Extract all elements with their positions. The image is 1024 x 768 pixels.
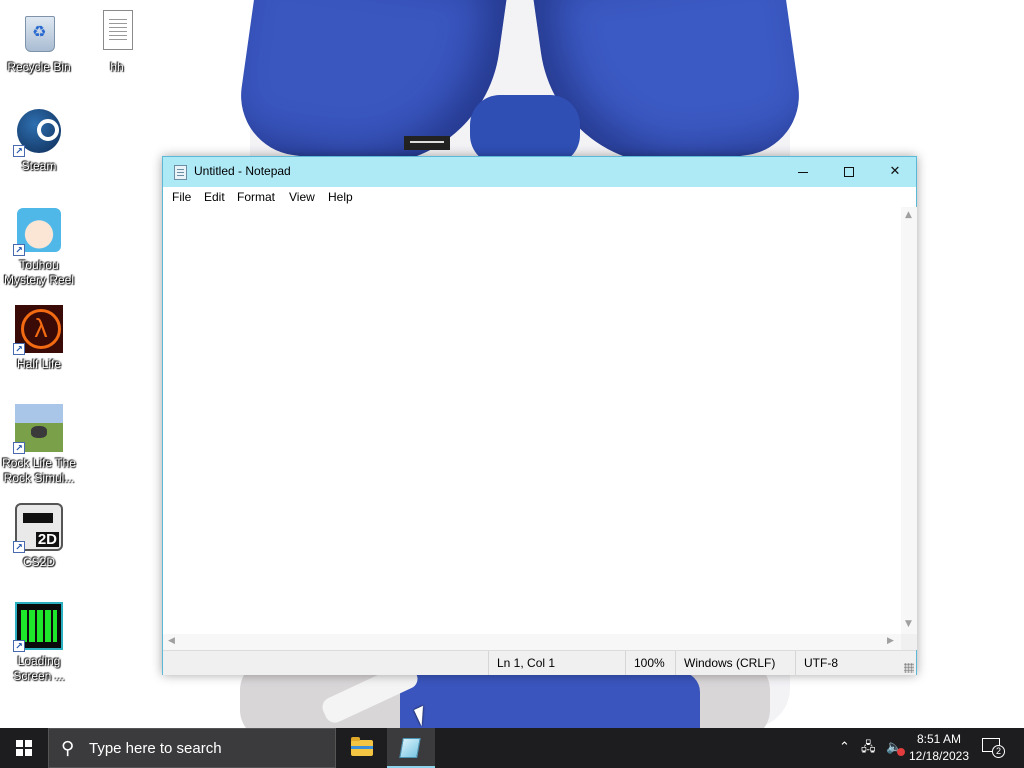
- shortcut-arrow-icon: ↗: [13, 541, 25, 553]
- text-file-icon: [93, 8, 141, 56]
- folder-icon: [351, 737, 373, 756]
- search-icon: ⚲: [61, 738, 75, 759]
- menu-bar: File Edit Format View Help: [163, 187, 916, 207]
- desktop-icon-label: Recycle Bin: [7, 60, 71, 74]
- menu-edit[interactable]: Edit: [204, 190, 225, 204]
- wallpaper-black-bar: [404, 136, 450, 150]
- desktop-icon-label: CS2D: [22, 555, 55, 569]
- maximize-icon: [844, 167, 854, 177]
- desktop-icon-half-life[interactable]: ↗ Half Life: [1, 305, 77, 372]
- desktop-icon-label: Steam: [21, 159, 57, 173]
- notepad-window[interactable]: Untitled - Notepad ✕ File Edit Format Vi…: [162, 156, 917, 675]
- scrollbar-corner: [901, 634, 917, 650]
- desktop-icon-label: Loading Screen ...: [13, 654, 65, 683]
- notepad-icon: [174, 165, 187, 180]
- desktop-icon-label: Rock Life The Rock Simul...: [2, 456, 76, 485]
- resize-grip-icon[interactable]: [904, 663, 914, 673]
- desktop-icon-loading-screen[interactable]: ↗ Loading Screen ...: [1, 602, 77, 684]
- window-title: Untitled - Notepad: [194, 164, 291, 178]
- clock-time: 8:51 AM: [916, 732, 962, 746]
- status-zoom: 100%: [625, 651, 675, 675]
- minimize-button[interactable]: [780, 157, 826, 187]
- half-life-icon: ↗: [13, 305, 63, 355]
- windows-logo-icon: [16, 740, 32, 756]
- close-button[interactable]: ✕: [872, 157, 918, 187]
- taskbar-notepad[interactable]: [387, 728, 435, 768]
- rock-life-icon: ↗: [13, 404, 63, 454]
- taskbar: ⚲ Type here to search ⌃ 🖧 🔈 8:51 AM 12/1…: [0, 728, 1024, 768]
- horizontal-scrollbar[interactable]: ◀ ▶: [163, 634, 901, 650]
- desktop-icon-touhou[interactable]: ↗ Touhou Mystery Reel: [1, 206, 77, 288]
- close-icon: ✕: [889, 164, 901, 179]
- action-center-button[interactable]: 2: [982, 736, 1005, 758]
- steam-icon: ↗: [13, 107, 63, 157]
- desktop-icon-steam[interactable]: ↗ Steam: [1, 107, 77, 174]
- status-encoding: UTF-8: [795, 651, 905, 675]
- shortcut-arrow-icon: ↗: [13, 244, 25, 256]
- desktop-icon-recycle-bin[interactable]: Recycle Bin: [1, 8, 77, 75]
- wallpaper-bow-knot: [470, 95, 580, 165]
- text-editor[interactable]: [163, 207, 901, 634]
- scroll-left-icon[interactable]: ◀: [168, 636, 175, 646]
- menu-file[interactable]: File: [172, 190, 191, 204]
- taskbar-file-explorer[interactable]: [338, 728, 386, 768]
- notification-count: 2: [992, 745, 1005, 758]
- shortcut-arrow-icon: ↗: [13, 640, 25, 652]
- menu-format[interactable]: Format: [237, 190, 275, 204]
- taskbar-search-box[interactable]: ⚲ Type here to search: [48, 728, 336, 768]
- menu-help[interactable]: Help: [328, 190, 353, 204]
- scroll-up-icon[interactable]: ▲: [905, 210, 912, 220]
- start-button[interactable]: [0, 728, 48, 768]
- mute-indicator-icon: [897, 748, 905, 756]
- desktop-icon-label: Touhou Mystery Reel: [3, 258, 74, 287]
- show-hidden-icons-chevron-icon[interactable]: ⌃: [839, 728, 850, 768]
- shortcut-arrow-icon: ↗: [13, 442, 25, 454]
- taskbar-clock[interactable]: 8:51 AM 12/18/2023: [908, 731, 970, 765]
- cs2d-icon: ↗: [13, 503, 63, 553]
- recycle-bin-icon: [15, 8, 63, 56]
- status-position: Ln 1, Col 1: [488, 651, 624, 675]
- search-placeholder: Type here to search: [89, 740, 222, 757]
- desktop-icon-cs2d[interactable]: ↗ CS2D: [1, 503, 77, 570]
- desktop-icon-rock-life[interactable]: ↗ Rock Life The Rock Simul...: [1, 404, 77, 486]
- scroll-down-icon[interactable]: ▼: [905, 619, 912, 629]
- wallpaper-bottom-blue: [400, 672, 700, 728]
- maximize-button[interactable]: [826, 157, 872, 187]
- vertical-scrollbar[interactable]: ▲ ▼: [901, 207, 917, 634]
- scroll-right-icon[interactable]: ▶: [887, 636, 894, 646]
- status-bar: Ln 1, Col 1 100% Windows (CRLF) UTF-8: [163, 650, 916, 675]
- desktop-icon-label: hh: [110, 60, 124, 74]
- desktop-icon-label: Half Life: [16, 357, 62, 371]
- notepad-icon: [399, 738, 421, 758]
- loading-screen-icon: ↗: [13, 602, 63, 652]
- status-line-ending: Windows (CRLF): [675, 651, 795, 675]
- touhou-icon: ↗: [13, 206, 63, 256]
- network-icon[interactable]: 🖧: [861, 728, 876, 768]
- desktop-icon-hh[interactable]: hh: [79, 8, 155, 75]
- menu-view[interactable]: View: [289, 190, 315, 204]
- clock-date: 12/18/2023: [908, 749, 970, 763]
- shortcut-arrow-icon: ↗: [13, 343, 25, 355]
- title-bar[interactable]: Untitled - Notepad ✕: [163, 157, 916, 187]
- shortcut-arrow-icon: ↗: [13, 145, 25, 157]
- minimize-icon: [798, 172, 808, 173]
